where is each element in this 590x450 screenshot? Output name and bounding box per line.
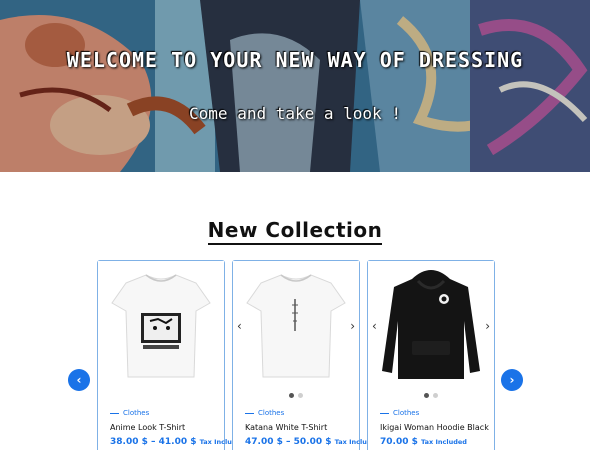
pagination-dot[interactable]: [433, 393, 438, 398]
product-card[interactable]: ‹ › Clothes Katana White T-Shirt 47.00 $…: [232, 260, 381, 450]
product-name[interactable]: Ikigai Woman Hoodie Black: [380, 423, 489, 432]
hero-subtitle: Come and take a look !: [189, 104, 401, 123]
image-prev-icon[interactable]: ‹: [372, 319, 377, 333]
page: WELCOME TO YOUR NEW WAY OF DRESSING Come…: [0, 0, 590, 450]
chevron-right-icon: ›: [509, 373, 515, 387]
product-category[interactable]: Clothes: [245, 409, 284, 417]
hero-title: WELCOME TO YOUR NEW WAY OF DRESSING: [66, 48, 524, 72]
carousel-next-button[interactable]: ›: [501, 369, 523, 391]
product-price-value: 70.00 $: [380, 437, 418, 447]
product-card[interactable]: Clothes Anime Look T-Shirt 38.00 $ – 41.…: [97, 260, 246, 450]
product-name[interactable]: Anime Look T-Shirt: [110, 423, 185, 432]
section-title: New Collection: [0, 218, 590, 245]
image-next-icon[interactable]: ›: [485, 319, 490, 333]
chevron-left-icon: ‹: [76, 373, 82, 387]
pagination-dot[interactable]: [424, 393, 429, 398]
product-price-value: 38.00 $ – 41.00 $: [110, 437, 197, 447]
product-price: 38.00 $ – 41.00 $ Tax Included: [110, 437, 246, 447]
product-image[interactable]: [98, 261, 224, 386]
product-image[interactable]: [368, 261, 494, 386]
image-prev-icon[interactable]: ‹: [237, 319, 242, 333]
carousel-prev-button[interactable]: ‹: [68, 369, 90, 391]
hero-banner: WELCOME TO YOUR NEW WAY OF DRESSING Come…: [0, 0, 590, 172]
image-pagination: [233, 393, 359, 398]
product-price: 47.00 $ – 50.00 $ Tax Included: [245, 437, 381, 447]
product-name[interactable]: Katana White T-Shirt: [245, 423, 327, 432]
product-category[interactable]: Clothes: [110, 409, 149, 417]
product-price: 70.00 $ Tax Included: [380, 437, 467, 447]
product-image[interactable]: [233, 261, 359, 386]
pagination-dot[interactable]: [298, 393, 303, 398]
product-card[interactable]: ‹ › Clothes Ikigai Woman Hoodie Black 70…: [367, 260, 495, 450]
section-title-text: New Collection: [207, 218, 383, 245]
product-category[interactable]: Clothes: [380, 409, 419, 417]
image-pagination: [368, 393, 494, 398]
pagination-dot[interactable]: [289, 393, 294, 398]
product-tax-note: Tax Included: [421, 438, 467, 446]
product-price-value: 47.00 $ – 50.00 $: [245, 437, 332, 447]
hero-overlay: [0, 0, 590, 172]
image-next-icon[interactable]: ›: [350, 319, 355, 333]
